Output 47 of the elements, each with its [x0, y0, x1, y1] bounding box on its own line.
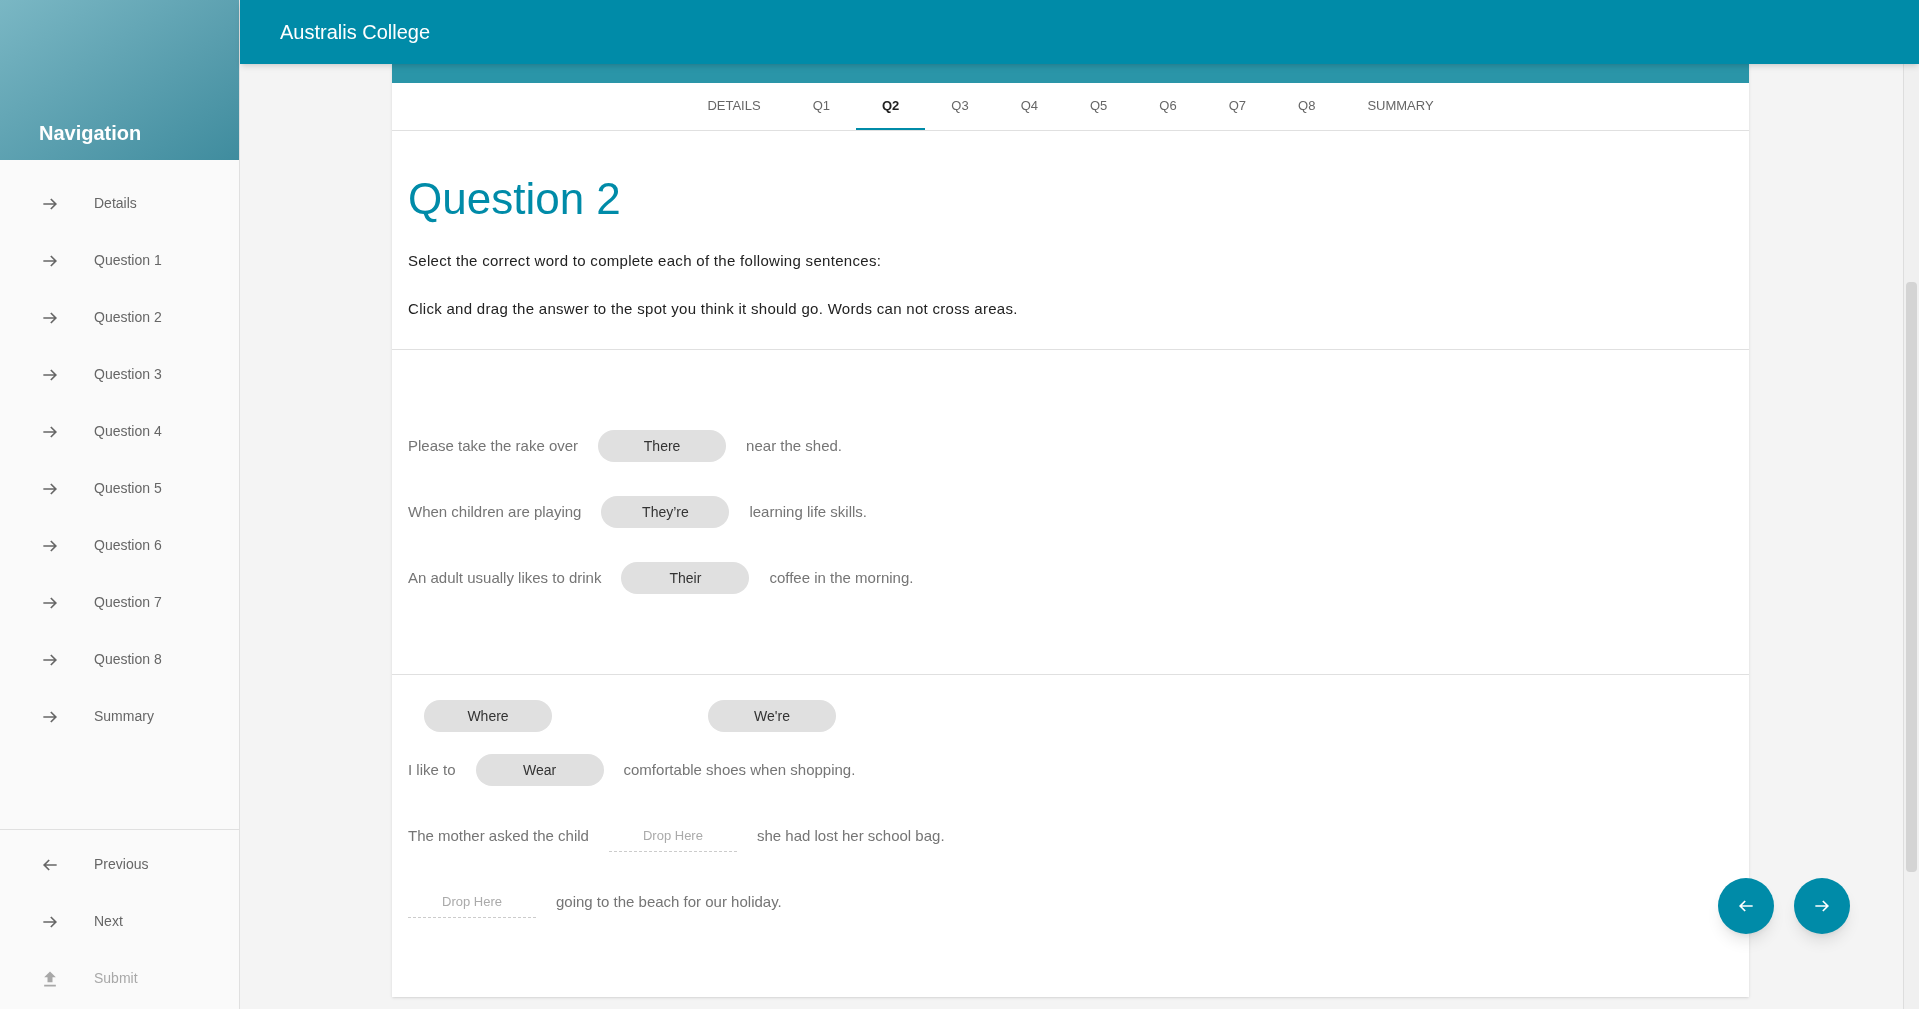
sentence-text: The mother asked the child — [408, 825, 589, 846]
instruction-text: Select the correct word to complete each of the following sentences: — [408, 251, 883, 271]
tab[interactable]: Q6 — [1133, 83, 1203, 130]
tab[interactable]: Q5 — [1064, 83, 1134, 130]
sentence-text: comfortable shoes when shopping. — [623, 759, 856, 780]
tab[interactable]: Q8 — [1272, 83, 1342, 130]
tab[interactable]: SUMMARY — [1341, 83, 1460, 130]
nav-item[interactable]: Question 4 — [0, 403, 239, 460]
app-title: Australis College — [280, 20, 431, 45]
sentence-text: coffee in the morning. — [769, 567, 914, 588]
sentence-text: When children are playing — [408, 501, 582, 522]
question-title: Question 2 — [408, 173, 622, 225]
tab[interactable]: Q3 — [925, 83, 995, 130]
word-chip[interactable]: Where — [424, 700, 552, 732]
word-chip[interactable]: Wear — [475, 754, 604, 786]
tab[interactable]: Q7 — [1202, 83, 1273, 130]
scrollbar[interactable] — [1903, 64, 1919, 1009]
nav-item[interactable]: Details — [0, 175, 239, 232]
sentence-text: she had lost her school bag. — [756, 825, 945, 846]
word-chip[interactable]: We're — [708, 700, 836, 732]
nav-item[interactable]: Question 2 — [0, 289, 239, 346]
sentence-text: An adult usually likes to drink — [408, 567, 602, 588]
nav-item[interactable]: Question 1 — [0, 232, 239, 289]
nav-item[interactable]: Summary — [0, 688, 239, 745]
tab[interactable]: Q4 — [994, 83, 1064, 130]
nav-item[interactable]: Next — [0, 893, 239, 950]
sentence-text: going to the beach for our holiday. — [556, 891, 782, 912]
word-chip[interactable]: There — [598, 430, 727, 462]
nav-item[interactable]: Question 3 — [0, 346, 239, 403]
instruction-text: Click and drag the answer to the spot you think it should go. Words can not cross areas. — [408, 299, 1019, 319]
next-fab[interactable] — [1794, 878, 1850, 934]
sentence-text: I like to — [408, 759, 456, 780]
nav-item[interactable]: Question 5 — [0, 460, 239, 517]
previous-fab[interactable] — [1718, 878, 1774, 934]
tab[interactable]: Q1 — [786, 83, 856, 130]
word-chip[interactable]: Their — [621, 562, 750, 594]
tab[interactable]: Q2 — [855, 83, 926, 130]
nav-item[interactable]: Question 7 — [0, 574, 239, 631]
sentence-text: Please take the rake over — [408, 435, 579, 456]
nav-item[interactable]: Previous — [0, 836, 239, 893]
tab[interactable]: DETAILS — [681, 83, 787, 130]
sentence-text: near the shed. — [746, 435, 842, 456]
nav-item[interactable]: Question 6 — [0, 517, 239, 574]
sidebar-title: Navigation — [39, 121, 142, 146]
word-chip[interactable]: They’re — [601, 496, 730, 528]
sentence-text: learning life skills. — [749, 501, 867, 522]
nav-item[interactable]: Question 8 — [0, 631, 239, 688]
